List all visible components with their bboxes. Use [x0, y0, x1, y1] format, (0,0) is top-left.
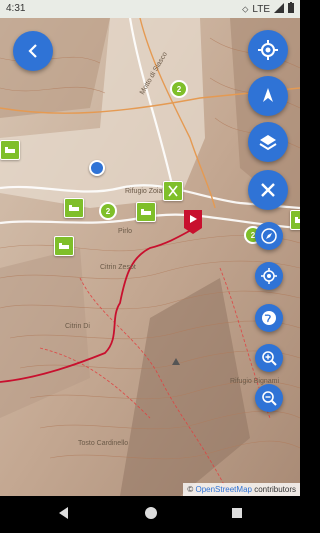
navigation-bar — [0, 496, 300, 533]
recents-square-icon — [232, 508, 242, 518]
compass-icon — [261, 228, 277, 244]
nav-recents-button[interactable] — [231, 506, 243, 524]
map-view[interactable]: Rifugio Zoia Pirlo Motto di Siasco Citri… — [0, 18, 300, 496]
hotel-icon — [141, 209, 151, 215]
zoom-out-icon — [262, 391, 277, 406]
hotel-poi[interactable] — [136, 202, 156, 222]
globe-button[interactable] — [255, 304, 283, 332]
map-attribution: © OpenStreetMap contributors — [183, 483, 300, 496]
hotel-poi[interactable] — [290, 210, 300, 230]
place-label: Rifugio Zoia — [125, 188, 163, 195]
globe-icon — [262, 311, 276, 325]
osm-link[interactable]: OpenStreetMap — [195, 485, 251, 494]
map-layers-button[interactable] — [248, 122, 288, 162]
place-label: Pirlo — [118, 228, 133, 235]
status-time: 4:31 — [6, 3, 26, 14]
signal-icon — [274, 2, 284, 16]
system-icons: ⬦ LTE — [242, 2, 294, 16]
triangle-back-icon — [59, 507, 68, 519]
hotel-icon — [5, 147, 15, 153]
place-label: Tosto Cardinello — [78, 440, 129, 447]
zoom-out-button[interactable] — [255, 384, 283, 412]
nav-back-button[interactable] — [58, 506, 70, 525]
flag-icon — [184, 210, 202, 234]
current-location-dot — [89, 160, 105, 176]
compass-button[interactable] — [255, 222, 283, 250]
place-label: Citrin Zesot — [100, 264, 136, 271]
zoom-in-icon — [262, 351, 277, 366]
hotel-poi[interactable] — [54, 236, 74, 256]
north-up-button[interactable] — [248, 76, 288, 116]
layers-icon — [259, 135, 277, 151]
restaurant-poi[interactable] — [163, 181, 183, 201]
home-circle-icon — [145, 507, 157, 519]
hotel-poi[interactable] — [64, 198, 84, 218]
track-location-button[interactable] — [255, 262, 283, 290]
back-button[interactable] — [13, 31, 53, 71]
place-label: Citrin Di — [65, 323, 90, 330]
close-icon — [261, 183, 275, 197]
target-icon — [261, 268, 277, 284]
route-start-marker[interactable] — [184, 210, 202, 234]
poi-cluster[interactable]: 2 — [99, 202, 117, 220]
network-type: LTE — [252, 3, 270, 15]
hotel-poi[interactable] — [0, 140, 20, 160]
hotel-icon — [295, 217, 300, 223]
nav-home-button[interactable] — [144, 506, 158, 525]
hotel-icon — [59, 243, 69, 249]
copyright-symbol: © — [187, 485, 194, 494]
poi-cluster[interactable]: 2 — [170, 80, 188, 98]
attribution-suffix: contributors — [254, 485, 296, 494]
battery-icon — [288, 2, 294, 16]
close-button[interactable] — [248, 170, 288, 210]
compass-north-icon — [263, 88, 273, 102]
hotel-icon — [69, 205, 79, 211]
gps-icon — [258, 40, 278, 60]
my-location-button[interactable] — [248, 30, 288, 70]
location-status-icon: ⬦ — [242, 3, 249, 14]
back-arrow-icon — [28, 44, 37, 58]
zoom-in-button[interactable] — [255, 344, 283, 372]
status-bar: 4:31 ⬦ LTE — [0, 0, 300, 18]
restaurant-icon — [168, 185, 178, 197]
